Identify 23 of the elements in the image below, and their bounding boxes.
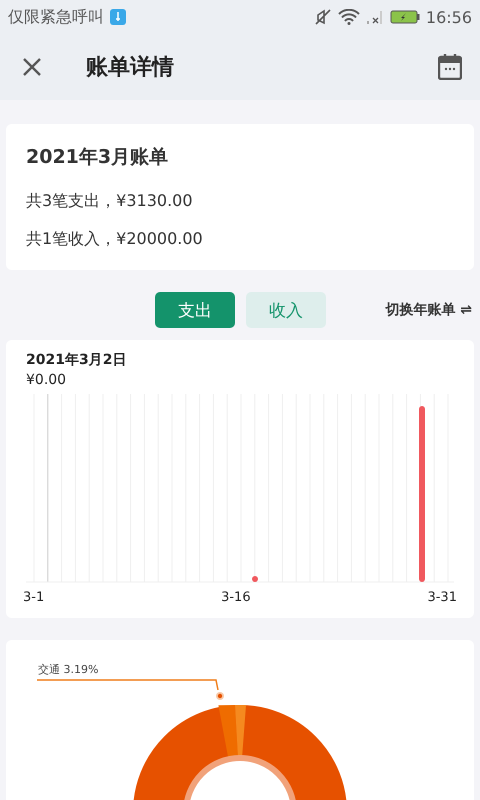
clock-text: 16:56 [426,8,472,26]
slice-dot [216,692,224,700]
axis-label: 3-1 [23,590,44,605]
status-text: 仅限紧急呼叫 [8,6,104,28]
page-title: 账单详情 [86,54,175,82]
axis-label: 3-31 [427,590,457,605]
signal-icon [366,9,384,25]
usb-icon [110,9,126,25]
selected-date: 2021年3月2日 [26,351,128,370]
mute-icon [314,8,332,26]
selected-amount: ¥0.00 [26,371,68,390]
calendar-icon[interactable] [438,54,462,80]
battery-icon [390,9,420,25]
summary-line: 共3笔支出，¥3130.00 [26,190,194,212]
summary-line: 共1笔收入，¥20000.00 [26,228,204,250]
bill-title: 2021年3月账单 [26,145,170,170]
switch-year-link[interactable]: 切换年账单 ⇌ [385,301,472,319]
type-tab[interactable]: 支出 [155,292,235,328]
axis-label: 3-16 [221,590,251,605]
wifi-icon [338,9,360,25]
type-tab[interactable]: 收入 [246,292,326,328]
close-icon[interactable] [22,57,42,77]
slice-label: 交通 3.19% [38,662,98,677]
